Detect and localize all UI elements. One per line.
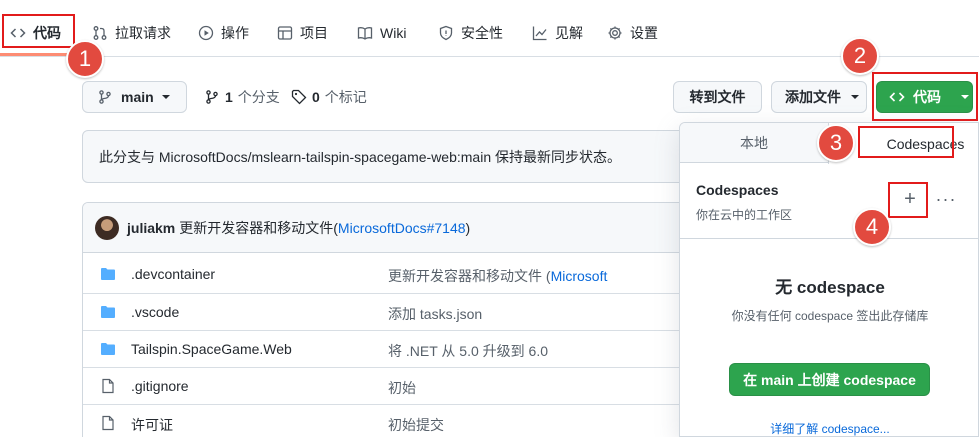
commit-message[interactable]: 更新开发容器和移动文件( [179, 218, 338, 238]
file-list: juliakm 更新开发容器和移动文件(MicrosoftDocs#7148) … [82, 202, 722, 437]
tag-count: 0 [312, 89, 320, 105]
file-name[interactable]: 许可证 [131, 415, 173, 435]
code-icon [10, 28, 26, 38]
file-commit-message[interactable]: 更新开发容器和移动文件 (Microsoft [388, 266, 607, 286]
tag-icon [291, 89, 307, 105]
code-button-label: 代码 [913, 89, 941, 105]
shield-icon [439, 25, 453, 41]
commit-author[interactable]: juliakm [127, 220, 175, 236]
branch-icon [99, 90, 111, 104]
sync-notice-text: 此分支与 MicrosoftDocs/mslearn-tailspin-spac… [99, 148, 622, 165]
list-item[interactable]: Tailspin.SpaceGame.Web 将 .NET 从 5.0 升级到 … [83, 330, 721, 367]
tab-actions-label: 操作 [221, 25, 249, 41]
file-icon [102, 415, 114, 431]
tag-count-label: 个标记 [324, 89, 367, 105]
file-commit-message-text: 更新开发容器和移动文件 ( [388, 268, 551, 284]
list-item[interactable]: .vscode 添加 tasks.json [83, 293, 721, 330]
codespaces-heading: Codespaces [696, 182, 779, 198]
tab-projects[interactable]: 项目 [277, 20, 328, 46]
tab-wiki[interactable]: Wiki [357, 20, 406, 46]
file-commit-message[interactable]: 初始提交 [388, 415, 444, 435]
empty-state-description: 你没有任何 codespace 签出此存储库 [731, 309, 929, 323]
tab-local[interactable]: 本地 [680, 123, 828, 163]
pull-request-icon [93, 26, 107, 40]
chevron-down-icon [961, 95, 969, 99]
tab-insights[interactable]: 见解 [532, 20, 583, 46]
file-commit-message-link[interactable]: Microsoft [551, 268, 608, 284]
tab-code[interactable]: 代码 [10, 20, 61, 46]
code-dropdown-panel: 本地 Codespaces Codespaces 你在云中的工作区 + ··· … [679, 122, 979, 437]
tab-pull-requests-label: 拉取请求 [115, 25, 171, 41]
tab-actions[interactable]: 操作 [198, 20, 249, 46]
go-to-file-label: 转到文件 [689, 89, 746, 105]
sync-notice: 此分支与 MicrosoftDocs/mslearn-tailspin-spac… [82, 130, 722, 183]
list-item[interactable]: .gitignore 初始 [83, 367, 721, 404]
folder-icon [101, 343, 115, 355]
tab-projects-label: 项目 [300, 25, 328, 41]
code-icon [889, 92, 905, 102]
tab-pull-requests[interactable]: 拉取请求 [92, 20, 171, 46]
tab-code-label: 代码 [33, 25, 61, 41]
create-codespace-button[interactable]: 在 main 上创建 codespace [729, 363, 930, 396]
chevron-down-icon [851, 95, 859, 99]
tag-count-link[interactable]: 0 个标记 [291, 88, 367, 106]
file-commit-message[interactable]: 将 .NET 从 5.0 升级到 6.0 [388, 341, 548, 361]
avatar[interactable] [95, 215, 119, 240]
tab-security-label: 安全性 [461, 25, 503, 41]
file-icon [102, 378, 114, 394]
code-button[interactable]: 代码 [876, 81, 973, 113]
graph-icon [532, 26, 547, 41]
folder-icon [101, 306, 115, 318]
chevron-down-icon [161, 95, 170, 99]
callout-badge-2: 2 [841, 37, 879, 75]
go-to-file-button[interactable]: 转到文件 [673, 81, 762, 113]
tab-security[interactable]: 安全性 [438, 20, 503, 46]
tab-codespaces-label: Codespaces [886, 135, 965, 152]
tab-wiki-label: Wiki [380, 25, 407, 41]
commit-message-close: ) [465, 219, 471, 236]
empty-state-title: 无 codespace [775, 278, 885, 297]
codespaces-subheading: 你在云中的工作区 [696, 208, 793, 222]
table-icon [277, 26, 293, 40]
learn-more-link[interactable]: 详细了解 codespace... [680, 420, 978, 436]
branch-count-link[interactable]: 1 个分支 [204, 88, 280, 106]
callout-badge-3: 3 [817, 124, 855, 162]
file-name[interactable]: .devcontainer [131, 266, 215, 282]
callout-badge-4: 4 [853, 208, 891, 246]
tab-local-label: 本地 [740, 135, 768, 151]
book-icon [357, 27, 373, 40]
latest-commit: juliakm 更新开发容器和移动文件(MicrosoftDocs#7148) [83, 203, 721, 253]
tab-settings[interactable]: 设置 [607, 20, 658, 46]
add-file-button[interactable]: 添加文件 [771, 81, 867, 113]
file-name[interactable]: Tailspin.SpaceGame.Web [131, 341, 292, 357]
callout-badge-1: 1 [66, 40, 104, 78]
branch-count-label: 个分支 [237, 89, 280, 105]
add-file-label: 添加文件 [785, 89, 841, 105]
list-item[interactable]: .devcontainer 更新开发容器和移动文件 (Microsoft [83, 256, 721, 293]
file-commit-message[interactable]: 初始 [388, 378, 416, 398]
more-options-icon[interactable]: ··· [936, 188, 956, 210]
play-icon [198, 25, 214, 41]
branch-name: main [121, 89, 154, 105]
file-commit-message[interactable]: 添加 tasks.json [388, 304, 482, 324]
repo-nav: 代码 拉取请求 操作 项目 Wiki 安全性 见解 设置 [0, 0, 979, 57]
create-codespace-label: 在 main 上创建 codespace [743, 371, 916, 388]
tab-settings-label: 设置 [630, 25, 658, 41]
commit-pr-link[interactable]: MicrosoftDocs#7148 [338, 220, 466, 236]
codespaces-header: Codespaces 你在云中的工作区 + ··· [680, 164, 978, 239]
list-item[interactable]: 许可证 初始提交 [83, 404, 721, 437]
branch-select-button[interactable]: main [82, 81, 187, 113]
file-name[interactable]: .gitignore [131, 378, 189, 394]
new-codespace-button[interactable]: + [899, 188, 921, 210]
tab-insights-label: 见解 [555, 25, 583, 41]
file-name[interactable]: .vscode [131, 304, 179, 320]
gear-icon [608, 26, 622, 40]
folder-icon [101, 268, 115, 280]
branch-count: 1 [225, 89, 233, 105]
branch-icon [206, 90, 218, 104]
